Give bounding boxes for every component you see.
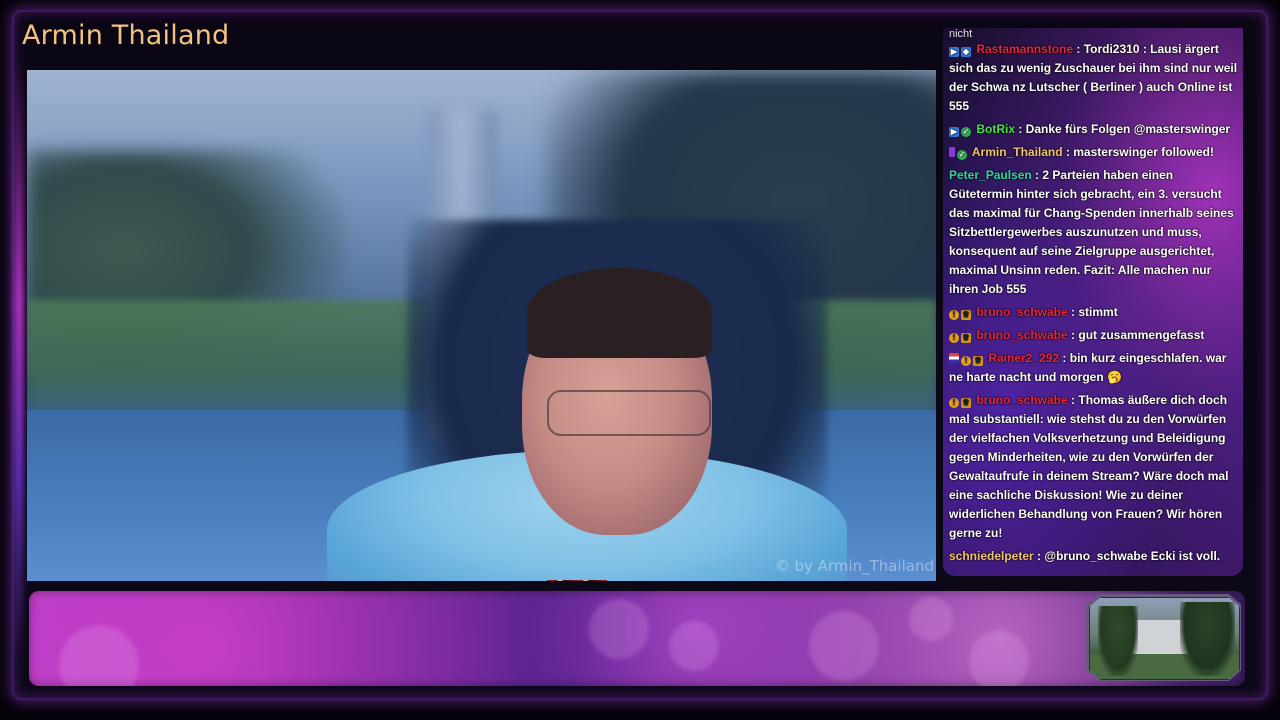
watermark-text: © by Armin_Thailand <box>774 557 934 575</box>
chat-message-text: masterswinger followed! <box>1073 145 1214 159</box>
bokeh-light <box>969 631 1029 686</box>
chat-message-text: 2 Parteien haben einen Gütetermin hinter… <box>949 168 1234 296</box>
crown-icon: ♛ <box>961 310 971 320</box>
prime-icon: ▶ <box>949 127 959 137</box>
chat-message: ▶ ◆ Rastamannstone : Tordi2310 : Lausi är… <box>949 40 1239 116</box>
bottom-decoration-bar <box>29 591 1245 686</box>
chat-username[interactable]: bruno_schwabe <box>973 305 1067 319</box>
broadcaster-icon <box>949 147 955 157</box>
chat-message: ! ♛ bruno_schwabe : gut zusammengefasst <box>949 326 1239 345</box>
chat-separator: : <box>1067 328 1079 342</box>
chat-username[interactable]: bruno_schwabe <box>973 393 1067 407</box>
chat-message-text: stimmt <box>1078 305 1118 319</box>
prime-icon: ▶ <box>949 47 959 57</box>
chat-message: ▶ ✓ BotRix : Danke fürs Folgen @masterswi… <box>949 120 1239 139</box>
thumb-tree <box>1098 606 1138 676</box>
gold-badge-icon: ! <box>961 356 971 366</box>
chat-message: Peter_Paulsen : 2 Parteien haben einen G… <box>949 166 1239 299</box>
chat-separator: : <box>1067 393 1079 407</box>
chat-separator: : <box>1031 168 1043 182</box>
chat-separator: : <box>1059 351 1070 365</box>
gold-badge-icon: ! <box>949 333 959 343</box>
chat-username[interactable]: Rastamannstone <box>973 42 1073 56</box>
bokeh-light <box>909 597 953 641</box>
crown-icon: ♛ <box>961 333 971 343</box>
cam-person-glasses <box>547 390 711 436</box>
bokeh-light <box>669 621 719 671</box>
chat-message-text: Danke fürs Folgen @masterswinger <box>1025 122 1231 136</box>
outdoor-cam-thumbnail <box>1089 597 1240 680</box>
chat-username[interactable]: schniedelpeter <box>949 549 1034 563</box>
chat-message: schniedelpeter : @bruno_schwabe Ecki ist… <box>949 547 1239 566</box>
thumb-tree <box>1180 602 1235 676</box>
flag-icon <box>949 353 959 363</box>
chat-username[interactable]: Rainer2_292 <box>985 351 1059 365</box>
crown-icon: ♛ <box>961 398 971 408</box>
chat-username[interactable]: Armin_Thailand <box>969 145 1063 159</box>
chat-message-text: Thomas äußere dich doch mal substantiell… <box>949 393 1229 540</box>
chat-message: ! ♛ bruno_schwabe : Thomas äußere dich do… <box>949 391 1239 543</box>
verified-icon: ✓ <box>957 150 967 160</box>
bokeh-light <box>589 599 649 659</box>
stream-title: Armin Thailand <box>22 20 230 51</box>
chat-username[interactable]: BotRix <box>973 122 1015 136</box>
chat-message: ! ♛ bruno_schwabe : stimmt <box>949 303 1239 322</box>
gold-badge-icon: ! <box>949 398 959 408</box>
chat-separator: : <box>1033 549 1045 563</box>
chat-overlay: nicht ▶ ◆ Rastamannstone : Tordi2310 : La… <box>943 28 1243 576</box>
chat-message-text: gut zusammengefasst <box>1078 328 1205 342</box>
chat-cut-top-text: nicht <box>949 28 973 40</box>
chat-separator: : <box>1073 42 1084 56</box>
webcam-video: © by Armin_Thailand <box>27 70 936 581</box>
chat-message-text: @bruno_schwabe Ecki ist voll. <box>1044 549 1221 563</box>
chat-message-list: nicht ▶ ◆ Rastamannstone : Tordi2310 : La… <box>949 28 1239 570</box>
chat-separator: : <box>1062 145 1074 159</box>
cam-person-tie <box>547 580 607 581</box>
bokeh-light <box>59 625 139 686</box>
cam-person-hair <box>527 268 712 358</box>
verified-icon: ✓ <box>961 127 971 137</box>
chat-username[interactable]: Peter_Paulsen <box>949 168 1032 182</box>
crown-icon: ♛ <box>973 356 983 366</box>
bokeh-light <box>809 611 879 681</box>
gold-badge-icon: ! <box>949 310 959 320</box>
frame-glow <box>14 60 24 660</box>
chat-username[interactable]: bruno_schwabe <box>973 328 1067 342</box>
chat-message: ! ♛ Rainer2_292 : bin kurz eingeschlafen.… <box>949 349 1239 387</box>
chat-separator: : <box>1067 305 1079 319</box>
bits-icon: ◆ <box>961 47 971 57</box>
chat-separator: : <box>1015 122 1026 136</box>
chat-message: ✓ Armin_Thailand : masterswinger followe… <box>949 143 1239 162</box>
